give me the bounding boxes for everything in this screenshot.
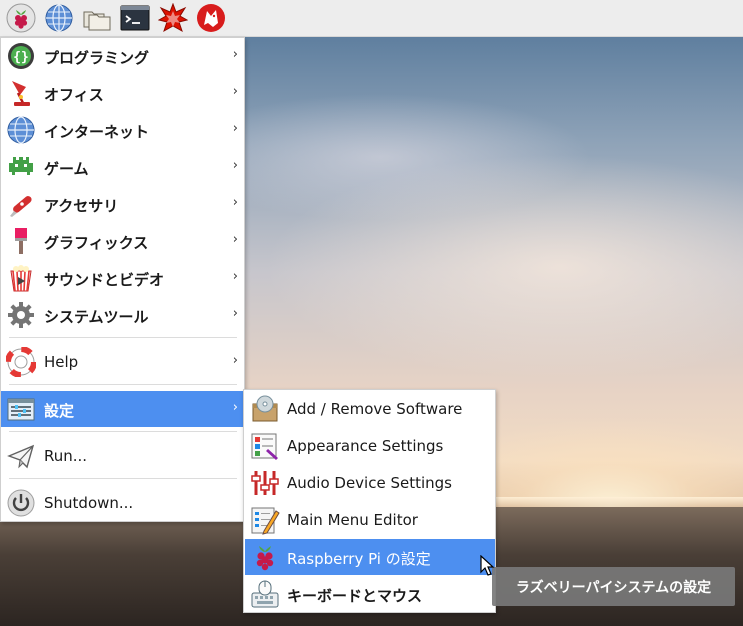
menu-item-label: Run... bbox=[44, 447, 88, 465]
menu-item-system-tools[interactable]: システムツール › bbox=[1, 297, 244, 333]
submenu-item-label: Main Menu Editor bbox=[287, 511, 418, 529]
web-browser-button[interactable] bbox=[42, 1, 76, 35]
preferences-icon bbox=[5, 394, 37, 424]
menu-item-office[interactable]: オフィス › bbox=[1, 75, 244, 111]
menu-item-label: オフィス bbox=[44, 86, 104, 104]
menu-item-graphics[interactable]: グラフィックス › bbox=[1, 223, 244, 259]
menu-separator bbox=[9, 384, 237, 385]
appearance-icon bbox=[249, 431, 281, 461]
raspberry-icon bbox=[249, 542, 281, 572]
keyboard-mouse-icon bbox=[249, 579, 281, 609]
add-remove-software-icon bbox=[249, 394, 281, 424]
menu-item-sound-video[interactable]: サウンドとビデオ › bbox=[1, 260, 244, 296]
menu-separator bbox=[9, 337, 237, 338]
menu-item-internet[interactable]: インターネット › bbox=[1, 112, 244, 148]
mathematica-icon bbox=[158, 3, 188, 33]
menu-separator bbox=[9, 431, 237, 432]
submenu-item-keyboard-mouse[interactable]: キーボードとマウス bbox=[245, 576, 495, 612]
menu-item-accessories[interactable]: アクセサリ › bbox=[1, 186, 244, 222]
menu-item-label: システムツール bbox=[44, 308, 149, 326]
graphics-brush-icon bbox=[5, 226, 37, 256]
wolfram-icon bbox=[197, 4, 225, 32]
menu-item-label: Shutdown... bbox=[44, 494, 134, 512]
menu-item-label: ゲーム bbox=[44, 160, 89, 178]
menu-item-games[interactable]: ゲーム › bbox=[1, 149, 244, 185]
svg-text:{}: {} bbox=[13, 50, 29, 65]
submenu-item-label: Appearance Settings bbox=[287, 437, 444, 455]
audio-sliders-icon bbox=[249, 468, 281, 498]
submenu-item-audio-device-settings[interactable]: Audio Device Settings bbox=[245, 465, 495, 501]
menu-item-label: サウンドとビデオ bbox=[44, 271, 165, 289]
menu-item-label: グラフィックス bbox=[44, 234, 149, 252]
chevron-right-icon: › bbox=[232, 232, 238, 247]
folders-icon bbox=[83, 11, 111, 31]
programming-icon: {} bbox=[5, 41, 37, 71]
terminal-icon bbox=[120, 5, 150, 31]
menu-item-label: アクセサリ bbox=[44, 197, 119, 215]
menu-item-shutdown[interactable]: Shutdown... bbox=[1, 485, 244, 521]
menu-item-programming[interactable]: {} プログラミング › bbox=[1, 38, 244, 74]
terminal-button[interactable] bbox=[118, 1, 152, 35]
submenu-item-label: Add / Remove Software bbox=[287, 400, 463, 418]
menu-item-label: プログラミング bbox=[44, 49, 150, 67]
menu-separator bbox=[9, 478, 237, 479]
submenu-item-label: Raspberry Pi の設定 bbox=[287, 550, 431, 568]
chevron-right-icon: › bbox=[232, 269, 238, 284]
run-paper-plane-icon bbox=[5, 441, 37, 471]
menu-editor-icon bbox=[249, 505, 281, 535]
chevron-right-icon: › bbox=[232, 353, 238, 368]
submenu-item-appearance-settings[interactable]: Appearance Settings bbox=[245, 428, 495, 464]
top-panel bbox=[0, 0, 743, 37]
submenu-item-label: キーボードとマウス bbox=[287, 587, 423, 605]
submenu-item-label: Audio Device Settings bbox=[287, 474, 452, 492]
chevron-right-icon: › bbox=[232, 400, 238, 415]
preferences-submenu: Add / Remove Software Appearance Setting… bbox=[243, 389, 496, 613]
accessories-knife-icon bbox=[5, 189, 37, 219]
file-manager-button[interactable] bbox=[80, 1, 114, 35]
globe-icon bbox=[5, 115, 37, 145]
menu-item-label: 設定 bbox=[44, 402, 75, 420]
submenu-item-main-menu-editor[interactable]: Main Menu Editor bbox=[245, 502, 495, 538]
chevron-right-icon: › bbox=[232, 306, 238, 321]
shutdown-icon bbox=[5, 488, 37, 518]
wolfram-button[interactable] bbox=[194, 1, 228, 35]
menu-item-label: インターネット bbox=[44, 123, 150, 141]
mathematica-button[interactable] bbox=[156, 1, 190, 35]
system-gear-icon bbox=[5, 300, 37, 330]
mouse-cursor-icon bbox=[480, 555, 495, 576]
office-lamp-icon bbox=[5, 78, 37, 108]
chevron-right-icon: › bbox=[232, 158, 238, 173]
menu-item-preferences[interactable]: 設定 › bbox=[1, 391, 244, 427]
raspberry-icon bbox=[6, 3, 36, 33]
help-lifebuoy-icon bbox=[5, 347, 37, 377]
submenu-item-raspberry-pi-config[interactable]: Raspberry Pi の設定 bbox=[245, 539, 495, 575]
application-menu: {} プログラミング › オフィス › インターネット › ゲーム › アクセサ… bbox=[0, 37, 245, 522]
submenu-item-add-remove-software[interactable]: Add / Remove Software bbox=[245, 391, 495, 427]
chevron-right-icon: › bbox=[232, 47, 238, 62]
raspberry-menu-button[interactable] bbox=[4, 1, 38, 35]
games-invader-icon bbox=[5, 152, 37, 182]
chevron-right-icon: › bbox=[232, 121, 238, 136]
menu-item-label: Help bbox=[44, 353, 79, 371]
menu-item-run[interactable]: Run... bbox=[1, 438, 244, 474]
sound-video-icon bbox=[5, 263, 37, 293]
tooltip: ラズベリーパイシステムの設定 bbox=[492, 567, 735, 606]
chevron-right-icon: › bbox=[232, 195, 238, 210]
globe-icon bbox=[45, 4, 73, 32]
menu-item-help[interactable]: Help › bbox=[1, 344, 244, 380]
chevron-right-icon: › bbox=[232, 84, 238, 99]
